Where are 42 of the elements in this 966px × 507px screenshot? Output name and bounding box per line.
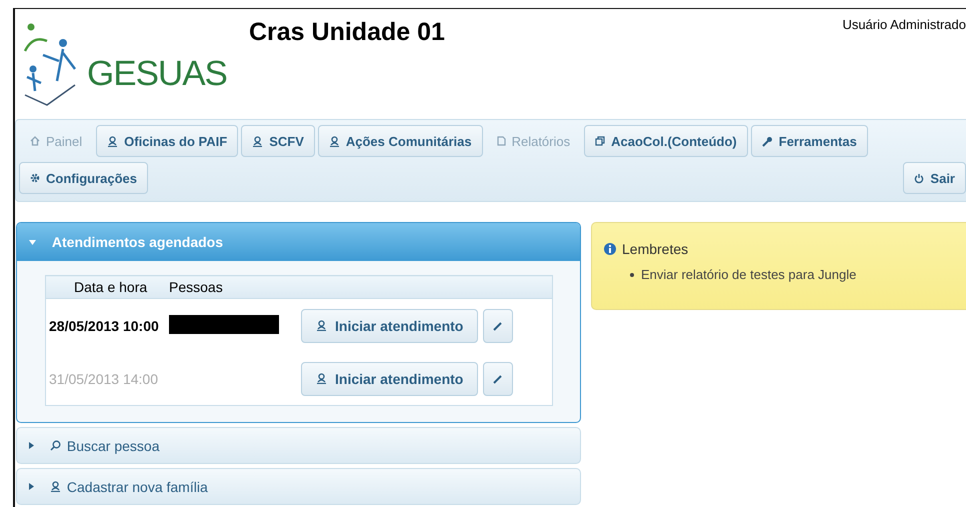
power-icon: [914, 172, 924, 184]
person-icon: [328, 136, 340, 146]
bullet-icon: [630, 272, 634, 276]
menu-tab[interactable]: Configurações: [19, 162, 148, 194]
pencil-icon: [493, 320, 504, 330]
home-icon: [30, 136, 40, 146]
person-icon: [316, 320, 327, 331]
menu-tab[interactable]: SCFV: [241, 125, 315, 157]
accordion-header[interactable]: Cadastrar nova família: [17, 469, 580, 504]
reminder-item: Enviar relatório de testes para Jungle: [641, 267, 856, 282]
document-icon: [496, 136, 506, 146]
search-icon: [50, 440, 61, 451]
start-button[interactable]: Iniciar atendimento: [301, 362, 478, 396]
logout-button[interactable]: Sair: [903, 162, 966, 194]
info-icon: [604, 243, 616, 255]
date-time: 31/05/2013 14:00: [49, 370, 158, 386]
accordion-header[interactable]: Buscar pessoa: [17, 428, 580, 463]
menu-tab[interactable]: Oficinas do PAIF: [96, 125, 238, 157]
reminders-title: Lembretes: [622, 241, 688, 257]
pencil-icon: [493, 374, 504, 384]
date-time: 28/05/2013 10:00: [49, 318, 159, 334]
edit-button[interactable]: [483, 362, 514, 396]
copy-icon: [595, 136, 606, 146]
start-button[interactable]: Iniciar atendimento: [301, 308, 478, 342]
menu-tab[interactable]: Ações Comunitárias: [318, 125, 483, 157]
menu-tab[interactable]: AcaoCol.(Conteúdo): [584, 125, 748, 157]
page-title: Cras Unidade 01: [249, 18, 445, 48]
edit-button[interactable]: [483, 308, 514, 342]
person-icon: [107, 136, 118, 146]
logo-text: GESUAS: [87, 54, 227, 94]
column-header: Data e hora: [74, 279, 148, 295]
person-icon: [50, 481, 61, 492]
person-icon: [316, 373, 327, 384]
menu-tab[interactable]: Ferramentas: [750, 125, 868, 157]
collapse-icon: [29, 240, 36, 244]
gear-icon: [30, 173, 40, 183]
wrench-icon: [762, 136, 773, 146]
user-name: Usuário Administrado: [842, 17, 966, 32]
column-header: Pessoas: [169, 279, 223, 295]
expand-icon: [29, 442, 34, 449]
person-icon: [252, 136, 264, 146]
expand-icon: [29, 483, 34, 490]
